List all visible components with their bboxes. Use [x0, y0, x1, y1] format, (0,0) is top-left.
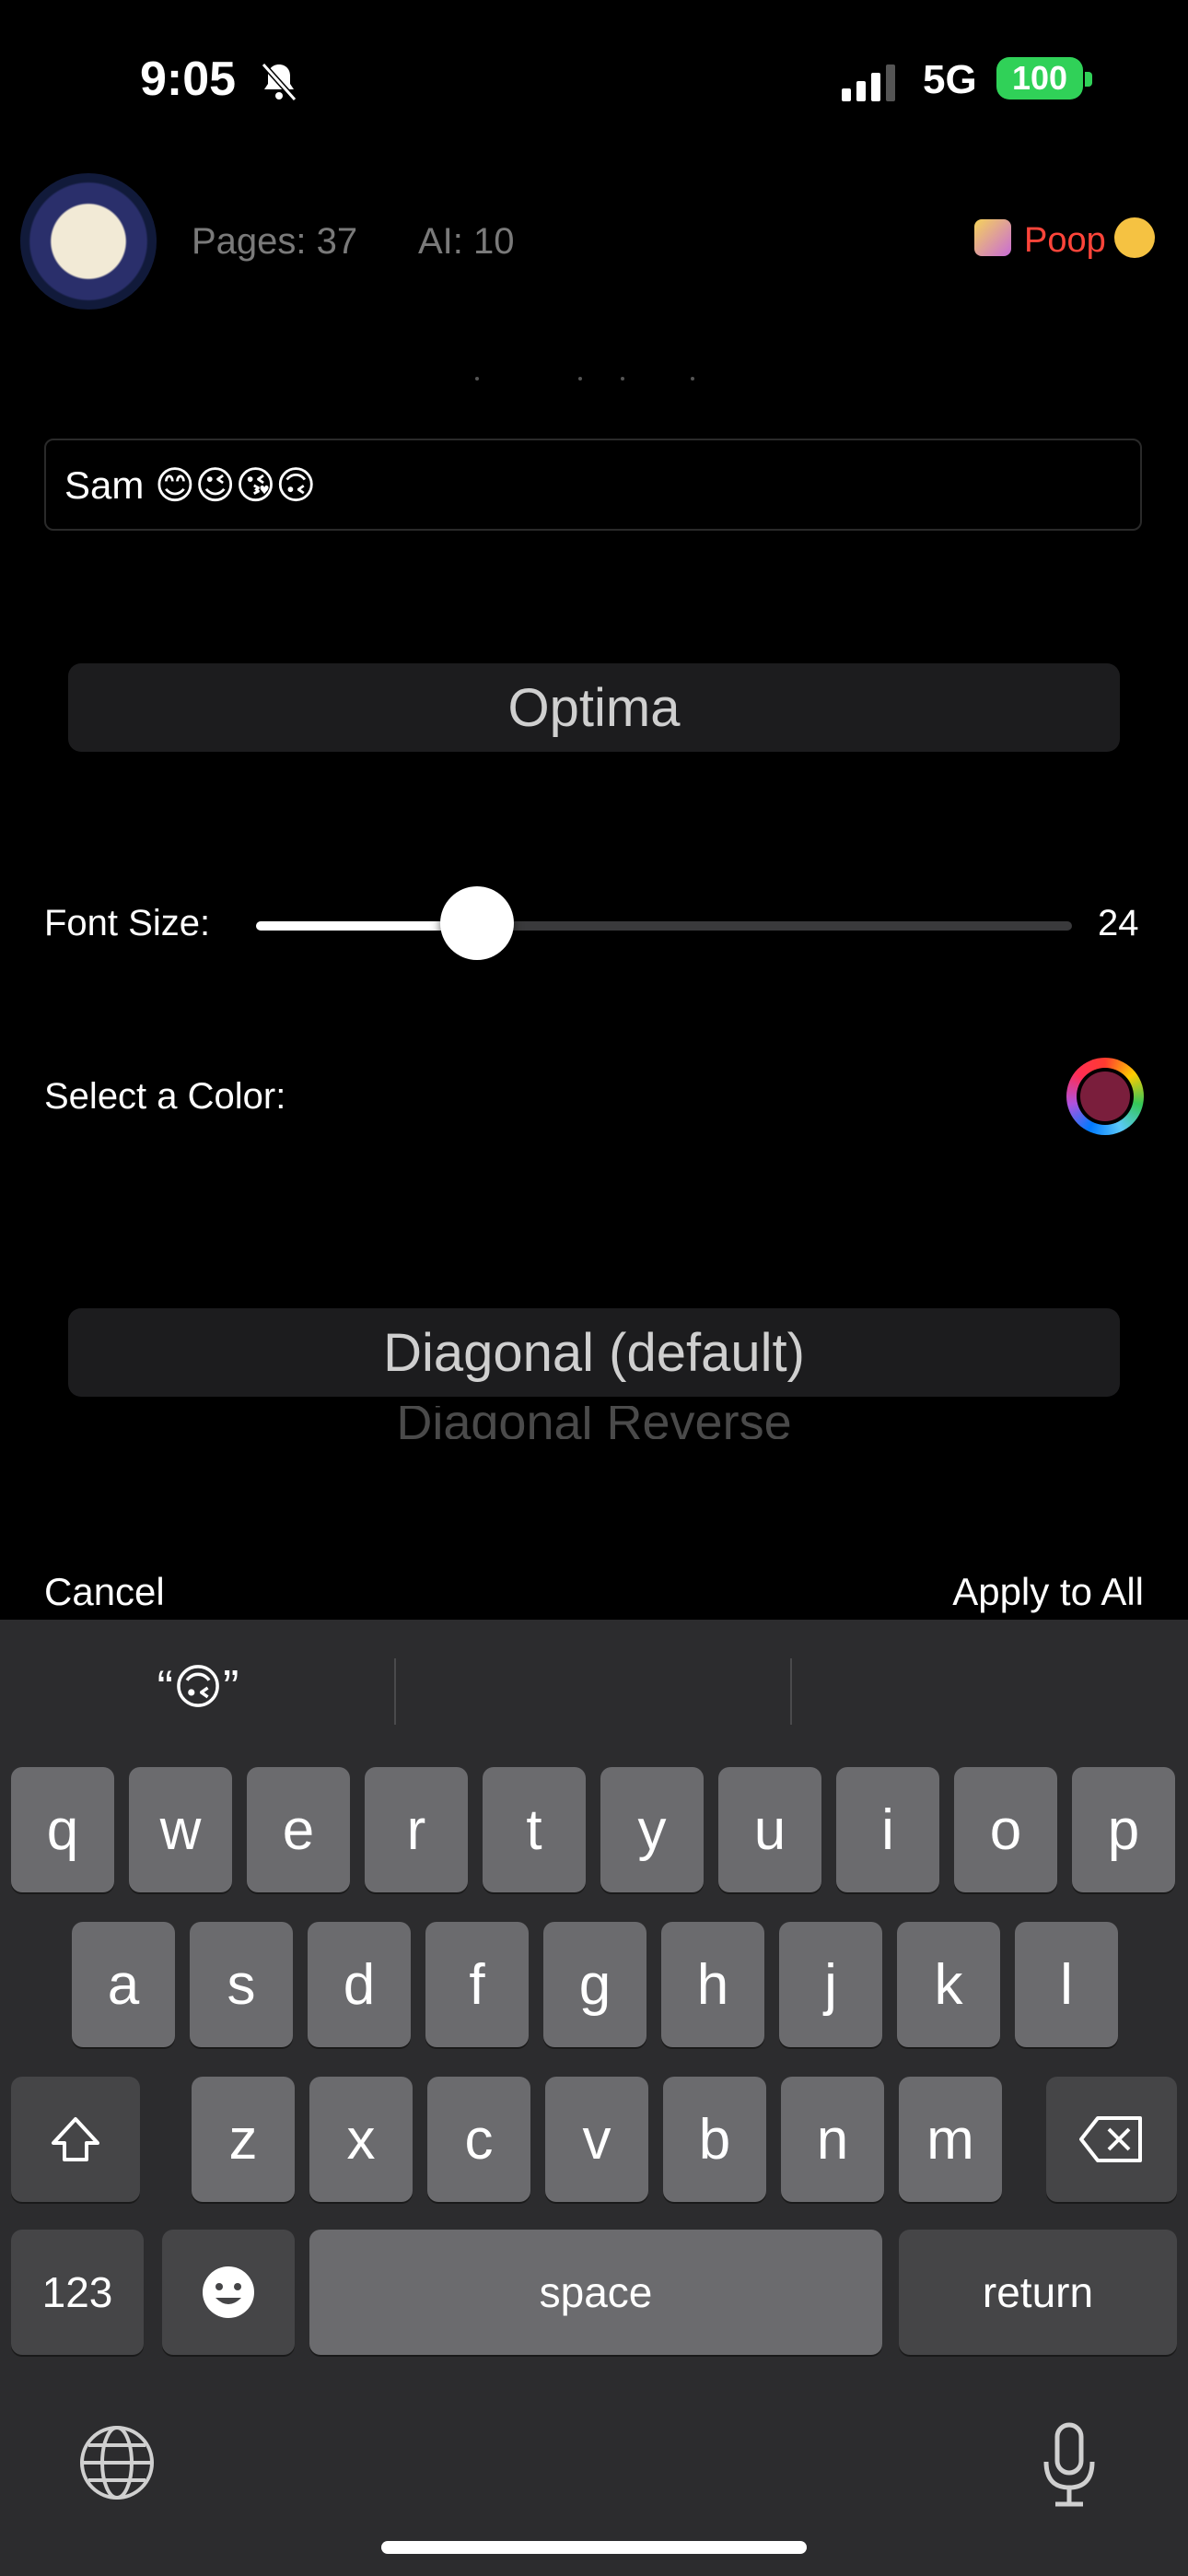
key-z[interactable]: z	[192, 2077, 295, 2202]
emoji-icon	[203, 2266, 254, 2318]
battery-tip	[1085, 72, 1092, 87]
app-logo[interactable]	[20, 173, 157, 310]
key-n[interactable]: n	[781, 2077, 884, 2202]
font-size-value: 24	[1098, 903, 1139, 943]
suggestion-separator	[790, 1658, 792, 1725]
key-f[interactable]: f	[425, 1922, 529, 2047]
key-d[interactable]: d	[308, 1922, 411, 2047]
direction-picker-selected[interactable]: Diagonal (default)	[68, 1308, 1120, 1397]
key-m[interactable]: m	[899, 2077, 1002, 2202]
shift-icon	[52, 2117, 99, 2161]
cancel-button[interactable]: Cancel	[44, 1570, 165, 1614]
key-l[interactable]: l	[1015, 1922, 1118, 2047]
key-j[interactable]: j	[779, 1922, 882, 2047]
key-q[interactable]: q	[11, 1767, 114, 1892]
key-k[interactable]: k	[897, 1922, 1000, 2047]
key-a[interactable]: a	[72, 1922, 175, 2047]
globe-icon[interactable]	[77, 2423, 157, 2502]
profile-app-icon	[974, 219, 1011, 256]
color-well-button[interactable]	[1066, 1058, 1144, 1135]
tongue-emoji-icon	[1114, 217, 1155, 258]
font-picker-selected[interactable]: Optima	[68, 663, 1120, 752]
key-u[interactable]: u	[718, 1767, 821, 1892]
shift-key[interactable]	[11, 2077, 140, 2202]
backspace-icon	[1079, 2116, 1142, 2162]
key-s[interactable]: s	[190, 1922, 293, 2047]
home-indicator	[381, 2541, 807, 2554]
delete-key[interactable]	[1046, 2077, 1177, 2202]
signal-icon	[842, 64, 895, 101]
font-size-slider-thumb[interactable]	[440, 886, 514, 960]
page-dots	[475, 377, 694, 381]
color-label: Select a Color:	[44, 1076, 286, 1117]
direction-picker-next-option[interactable]: Diagonal Reverse	[68, 1406, 1120, 1439]
color-well-ring	[1077, 1068, 1134, 1125]
font-size-label: Font Size:	[44, 903, 211, 943]
suggestion-separator	[394, 1658, 396, 1725]
status-time: 9:05	[140, 53, 237, 106]
key-e[interactable]: e	[247, 1767, 350, 1892]
user-name[interactable]: Poop	[1024, 221, 1106, 261]
key-p[interactable]: p	[1072, 1767, 1175, 1892]
space-key[interactable]: space	[309, 2230, 882, 2355]
key-c[interactable]: c	[427, 2077, 530, 2202]
network-type: 5G	[923, 57, 977, 102]
key-i[interactable]: i	[836, 1767, 939, 1892]
battery-indicator: 100	[996, 57, 1083, 100]
key-y[interactable]: y	[600, 1767, 704, 1892]
ai-count: AI: 10	[418, 221, 515, 262]
key-x[interactable]: x	[309, 2077, 413, 2202]
numbers-key[interactable]: 123	[11, 2230, 144, 2355]
emoji-key[interactable]	[162, 2230, 295, 2355]
key-o[interactable]: o	[954, 1767, 1057, 1892]
key-b[interactable]: b	[663, 2077, 766, 2202]
return-key[interactable]: return	[899, 2230, 1177, 2355]
pages-count: Pages: 37	[192, 221, 358, 262]
key-t[interactable]: t	[483, 1767, 586, 1892]
bell-slash-icon	[261, 62, 297, 102]
suggestion-item[interactable]: “🙃”	[37, 1649, 359, 1727]
apply-to-all-button[interactable]: Apply to All	[952, 1570, 1144, 1614]
key-g[interactable]: g	[543, 1922, 646, 2047]
key-v[interactable]: v	[545, 2077, 648, 2202]
key-h[interactable]: h	[661, 1922, 764, 2047]
watermark-text-input[interactable]: Sam 😊😉😘🙃	[44, 439, 1142, 531]
key-r[interactable]: r	[365, 1767, 468, 1892]
microphone-icon[interactable]	[1039, 2421, 1100, 2510]
key-w[interactable]: w	[129, 1767, 232, 1892]
selected-color-swatch	[1080, 1071, 1130, 1121]
